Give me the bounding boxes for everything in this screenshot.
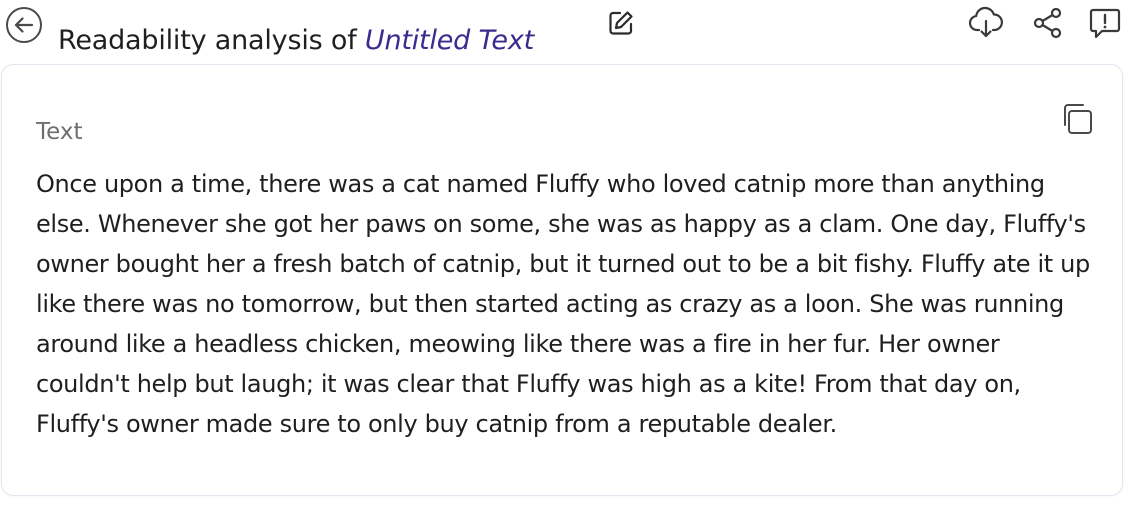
download-button[interactable] <box>967 4 1005 42</box>
share-button[interactable] <box>1029 4 1067 42</box>
header-bar: Readability analysis of Untitled Text <box>0 0 1126 64</box>
edit-pencil-icon <box>609 11 633 35</box>
copy-button[interactable] <box>1059 101 1095 137</box>
copy-icon <box>1064 104 1092 134</box>
edit-title-button[interactable] <box>606 8 636 38</box>
cloud-download-icon <box>968 6 1003 38</box>
page-title-prefix: Readability analysis of <box>58 25 365 56</box>
feedback-button[interactable] <box>1086 4 1124 42</box>
text-card: Text Once upon a time, there was a cat n… <box>1 64 1123 496</box>
page-title: Readability analysis of Untitled Text <box>58 22 534 60</box>
document-name[interactable]: Untitled Text <box>365 25 534 56</box>
share-icon <box>1033 7 1062 39</box>
analyzed-text: Once upon a time, there was a cat named … <box>36 170 1090 438</box>
feedback-icon <box>1089 8 1121 39</box>
back-button[interactable] <box>4 5 44 45</box>
arrow-left-circle-icon <box>6 7 42 43</box>
text-section-label: Text <box>36 119 83 145</box>
